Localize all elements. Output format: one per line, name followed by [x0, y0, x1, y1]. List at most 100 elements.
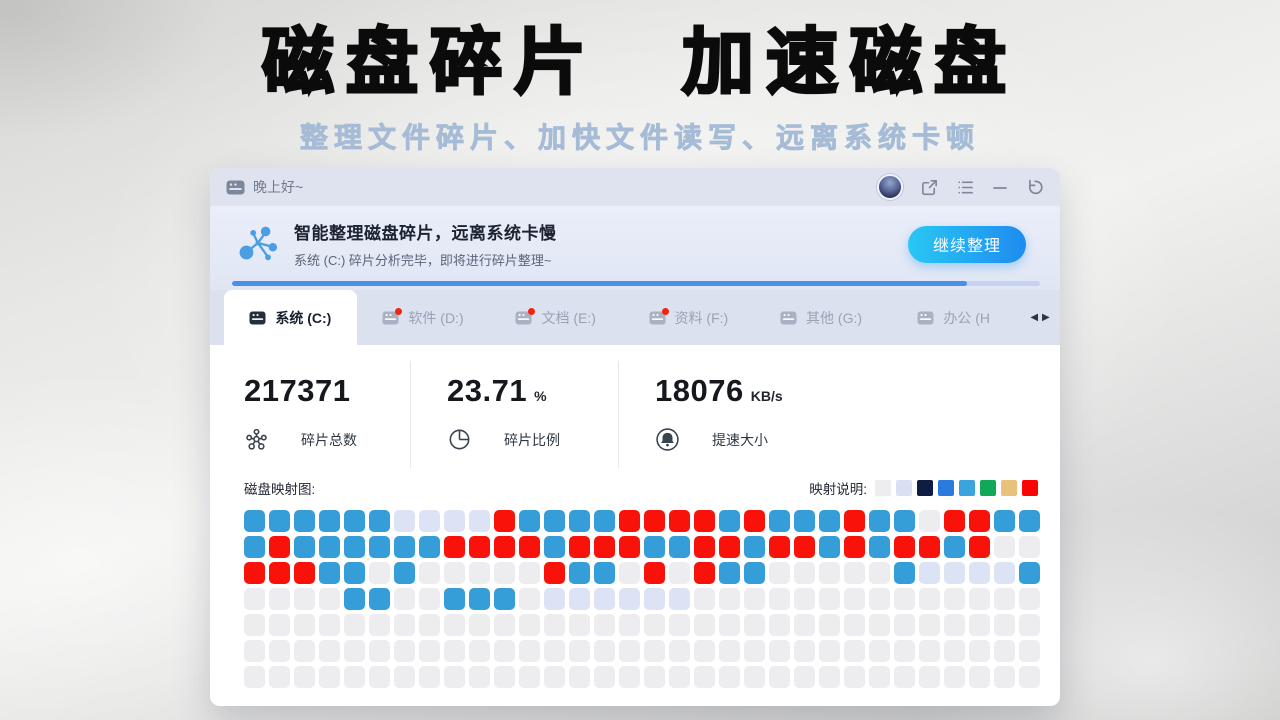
disk-map-cell [519, 666, 540, 688]
disk-map-cell [1019, 536, 1040, 558]
disk-map-cell [244, 614, 265, 636]
disk-map-cell [969, 640, 990, 662]
avatar[interactable] [877, 174, 903, 200]
hero-section: 磁盘碎片 加速磁盘 整理文件碎片、加快文件读写、远离系统卡顿 [0, 0, 1280, 156]
disk-map-cell [419, 562, 440, 584]
disk-map-cell [344, 588, 365, 610]
disk-map-cell [369, 510, 390, 532]
disk-map-cell [394, 536, 415, 558]
tab-label: 其他 (G:) [806, 308, 862, 328]
disk-map-cell [619, 510, 640, 532]
disk-map-cell [344, 536, 365, 558]
disk-map-cell [994, 614, 1015, 636]
disk-map-cell [394, 588, 415, 610]
disk-map-cell [469, 666, 490, 688]
disk-map-cell [469, 614, 490, 636]
tab-system-c[interactable]: 系统 (C:) [224, 290, 357, 345]
disk-map-cell [1019, 640, 1040, 662]
disk-map-cell [319, 614, 340, 636]
disk-map-cell [444, 614, 465, 636]
disk-map-cell [994, 640, 1015, 662]
progress-bar [232, 281, 1040, 286]
disk-map-cell [844, 640, 865, 662]
disk-map-cell [644, 588, 665, 610]
disk-map-cell [544, 510, 565, 532]
minimize-icon[interactable] [992, 179, 1008, 195]
disk-map-cell [969, 562, 990, 584]
disk-map-cell [519, 614, 540, 636]
disk-map-cell [519, 640, 540, 662]
disk-map-cell [519, 510, 540, 532]
disk-map-cell [1019, 588, 1040, 610]
disk-map-cell [719, 614, 740, 636]
disk-map-cell [719, 588, 740, 610]
disk-map-cell [244, 536, 265, 558]
disk-map-cell [444, 666, 465, 688]
disk-map-cell [494, 614, 515, 636]
disk-map-cell [269, 510, 290, 532]
tab-label: 资料 (F:) [675, 308, 729, 328]
disk-map-cell [594, 510, 615, 532]
disk-map-cell [894, 536, 915, 558]
disk-map-cell [844, 666, 865, 688]
share-icon[interactable] [920, 178, 939, 197]
disk-map-cell [694, 562, 715, 584]
disk-map-cell [344, 614, 365, 636]
disk-map-cell [344, 640, 365, 662]
disk-map-cell [619, 588, 640, 610]
stat-fragment-ratio: 23.71 % 碎片比例 [410, 361, 618, 468]
disk-map-cell [419, 536, 440, 558]
disk-map-cell [769, 614, 790, 636]
disk-map-cell [744, 536, 765, 558]
disk-map-cell [744, 614, 765, 636]
disk-map-cell [594, 666, 615, 688]
disk-map-cell [1019, 562, 1040, 584]
disk-map-cell [294, 614, 315, 636]
disk-map-cell [594, 640, 615, 662]
tab-software-d[interactable]: 软件 (D:) [357, 290, 490, 345]
disk-map-cell [919, 536, 940, 558]
disk-map-cell [469, 640, 490, 662]
disk-map-cell [819, 562, 840, 584]
disk-map-cell [919, 666, 940, 688]
disk-map-cell [544, 640, 565, 662]
scroll-right-arrow[interactable]: ▶ [1042, 313, 1050, 323]
disk-map-cell [819, 614, 840, 636]
red-badge [528, 308, 535, 315]
fragment-ratio-label: 碎片比例 [504, 430, 560, 450]
disk-map-cell [769, 510, 790, 532]
disk-map-cell [544, 666, 565, 688]
menu-list-icon[interactable] [956, 178, 975, 197]
disk-map-cell [294, 536, 315, 558]
drive-icon [649, 311, 666, 325]
disk-map-cell [394, 562, 415, 584]
disk-map-cell [944, 640, 965, 662]
tab-docs-e[interactable]: 文档 (E:) [489, 290, 622, 345]
disk-map-cell [869, 614, 890, 636]
disk-map-cell [719, 562, 740, 584]
disk-map-cell [569, 536, 590, 558]
legend-swatch [1001, 480, 1017, 496]
disk-map-cell [769, 562, 790, 584]
disk-map-cell [769, 536, 790, 558]
disk-map-cell [319, 562, 340, 584]
tab-other-g[interactable]: 其他 (G:) [755, 290, 888, 345]
pie-chart-icon [447, 427, 472, 452]
disk-map-cell [619, 562, 640, 584]
disk-map-cell [619, 536, 640, 558]
disk-map-cell [769, 588, 790, 610]
disk-map-cell [644, 536, 665, 558]
continue-defrag-button[interactable]: 继续整理 [908, 226, 1026, 263]
disk-map-cell [269, 588, 290, 610]
tab-data-f[interactable]: 资料 (F:) [622, 290, 755, 345]
disk-map-cell [269, 640, 290, 662]
disk-map-cell [919, 588, 940, 610]
disk-map-cell [669, 614, 690, 636]
drive-icon [515, 311, 532, 325]
tab-office-h[interactable]: 办公 (H [887, 290, 1020, 345]
disk-map-cell [419, 588, 440, 610]
undo-hide-icon[interactable] [1025, 178, 1044, 197]
disk-map-cell [519, 588, 540, 610]
scroll-left-arrow[interactable]: ◀ [1030, 313, 1038, 323]
banner-subtitle: 系统 (C:) 碎片分析完毕，即将进行碎片整理~ [294, 250, 908, 269]
